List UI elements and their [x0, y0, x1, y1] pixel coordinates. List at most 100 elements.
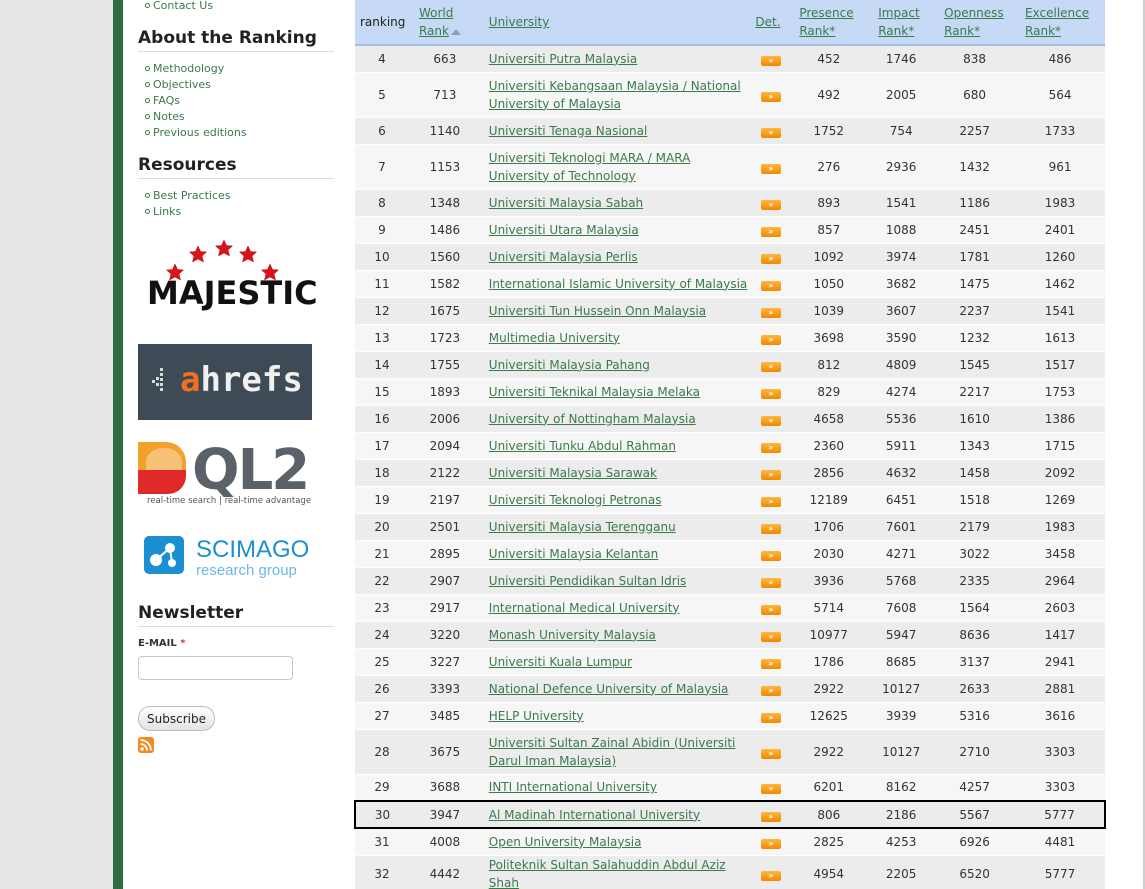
ql2-logo[interactable]: QL2 real-time search | real-time advanta… — [138, 438, 318, 512]
university-link[interactable]: Universiti Malaysia Perlis — [489, 250, 638, 264]
details-arrow-icon[interactable]: » — [760, 307, 781, 318]
col-impact-rank[interactable]: Impact Rank* — [868, 0, 935, 46]
best-practices-link[interactable]: Best Practices — [153, 189, 231, 202]
impact-sort-link[interactable]: Impact Rank* — [878, 6, 920, 38]
sidebar-item-methodology[interactable]: Methodology — [145, 61, 335, 77]
scimago-logo[interactable]: SCIMAGO research group — [144, 536, 314, 579]
university-link[interactable]: Universiti Utara Malaysia — [489, 223, 639, 237]
excellence-sort-link[interactable]: Excellence Rank* — [1025, 6, 1089, 38]
university-link[interactable]: Universiti Malaysia Terengganu — [489, 520, 676, 534]
university-link[interactable]: Universiti Kuala Lumpur — [489, 655, 632, 669]
col-world-rank[interactable]: World Rank — [408, 0, 481, 46]
rss-feed-icon[interactable] — [138, 737, 154, 753]
previous-editions-link[interactable]: Previous editions — [153, 126, 247, 139]
details-arrow-icon[interactable]: » — [760, 748, 781, 759]
details-arrow-icon[interactable]: » — [760, 523, 781, 534]
details-arrow-icon[interactable]: » — [760, 334, 781, 345]
university-link[interactable]: Universiti Tenaga Nasional — [489, 124, 648, 138]
methodology-link[interactable]: Methodology — [153, 62, 224, 75]
details-arrow-icon[interactable]: » — [760, 550, 781, 561]
sidebar-item-objectives[interactable]: Objectives — [145, 77, 335, 93]
details-arrow-icon[interactable]: » — [760, 127, 781, 138]
sidebar-item-faqs[interactable]: FAQs — [145, 93, 335, 109]
col-university[interactable]: University — [480, 0, 753, 46]
details-arrow-icon[interactable]: » — [760, 870, 781, 881]
details-arrow-icon[interactable]: » — [760, 838, 781, 849]
details-arrow-icon[interactable]: » — [760, 91, 781, 102]
cell-impact-rank: 5911 — [868, 432, 935, 460]
university-link[interactable]: Universiti Tun Hussein Onn Malaysia — [489, 304, 706, 318]
col-presence-rank[interactable]: Presence Rank* — [789, 0, 869, 46]
details-arrow-icon[interactable]: » — [760, 712, 781, 723]
university-link[interactable]: Monash University Malaysia — [489, 628, 656, 642]
details-arrow-icon[interactable]: » — [760, 469, 781, 480]
openness-sort-link[interactable]: Openness Rank* — [944, 6, 1004, 38]
links-link[interactable]: Links — [153, 205, 181, 218]
details-arrow-icon[interactable]: » — [760, 442, 781, 453]
sidebar-item-contact[interactable]: Contact Us — [145, 0, 335, 14]
university-link[interactable]: Multimedia University — [489, 331, 620, 345]
university-link[interactable]: International Islamic University of Mala… — [489, 277, 747, 291]
university-sort-link[interactable]: University — [489, 15, 550, 29]
cell-ranking: 17 — [355, 432, 409, 460]
details-arrow-icon[interactable]: » — [760, 604, 781, 615]
university-link[interactable]: Universiti Sultan Zainal Abidin (Univers… — [489, 736, 736, 768]
details-arrow-icon[interactable]: » — [760, 577, 781, 588]
university-link[interactable]: Universiti Malaysia Sabah — [489, 196, 643, 210]
university-link[interactable]: International Medical University — [489, 601, 680, 615]
details-arrow-icon[interactable]: » — [760, 658, 781, 669]
faqs-link[interactable]: FAQs — [153, 94, 180, 107]
university-link[interactable]: Universiti Teknologi Petronas — [489, 493, 662, 507]
presence-sort-link[interactable]: Presence Rank* — [799, 6, 853, 38]
notes-link[interactable]: Notes — [153, 110, 185, 123]
email-field[interactable] — [138, 656, 293, 680]
col-openness-rank[interactable]: Openness Rank* — [934, 0, 1016, 46]
details-arrow-icon[interactable]: » — [760, 163, 781, 174]
details-arrow-icon[interactable]: » — [760, 226, 781, 237]
university-link[interactable]: Politeknik Sultan Salahuddin Abdul Aziz … — [489, 858, 726, 889]
university-link[interactable]: Universiti Putra Malaysia — [489, 52, 637, 66]
details-arrow-icon[interactable]: » — [760, 361, 781, 372]
details-arrow-icon[interactable]: » — [760, 199, 781, 210]
col-excellence-rank[interactable]: Excellence Rank* — [1015, 0, 1105, 46]
objectives-link[interactable]: Objectives — [153, 78, 211, 91]
contact-link[interactable]: Contact Us — [153, 0, 213, 12]
details-arrow-icon[interactable]: » — [760, 496, 781, 507]
university-link[interactable]: HELP University — [489, 709, 584, 723]
university-link[interactable]: Universiti Teknologi MARA / MARA Univers… — [489, 151, 691, 183]
details-arrow-icon[interactable]: » — [760, 631, 781, 642]
university-link[interactable]: Open University Malaysia — [489, 835, 642, 849]
university-link[interactable]: National Defence University of Malaysia — [489, 682, 729, 696]
details-arrow-icon[interactable]: » — [760, 784, 781, 795]
university-link[interactable]: Universiti Malaysia Pahang — [489, 358, 650, 372]
ahrefs-logo[interactable]: ahrefs — [138, 344, 312, 420]
details-arrow-icon[interactable]: » — [760, 415, 781, 426]
details-arrow-icon[interactable]: » — [760, 388, 781, 399]
university-link[interactable]: Universiti Teknikal Malaysia Melaka — [489, 385, 700, 399]
det-sort-link[interactable]: Det. — [755, 15, 780, 29]
ahrefs-rest: hrefs — [200, 360, 303, 400]
university-link[interactable]: University of Nottingham Malaysia — [489, 412, 696, 426]
details-arrow-icon[interactable]: » — [760, 55, 781, 66]
sidebar-item-notes[interactable]: Notes — [145, 109, 335, 125]
university-link[interactable]: Al Madinah International University — [489, 808, 700, 822]
details-arrow-icon[interactable]: » — [760, 811, 781, 822]
university-link[interactable]: Universiti Pendidikan Sultan Idris — [489, 574, 687, 588]
world-rank-sort-link[interactable]: World Rank — [419, 6, 453, 38]
details-arrow-icon[interactable]: » — [760, 280, 781, 291]
details-arrow-icon[interactable]: » — [760, 685, 781, 696]
sidebar-item-links[interactable]: Links — [145, 204, 335, 220]
university-link[interactable]: Universiti Kebangsaan Malaysia / Nationa… — [489, 79, 741, 111]
details-arrow-icon[interactable]: » — [760, 253, 781, 264]
sidebar-item-previous-editions[interactable]: Previous editions — [145, 125, 335, 141]
excellence-label-1: Excellence — [1025, 6, 1090, 20]
university-link[interactable]: Universiti Malaysia Kelantan — [489, 547, 658, 561]
col-det[interactable]: Det. — [752, 0, 790, 46]
university-link[interactable]: Universiti Malaysia Sarawak — [489, 466, 657, 480]
university-link[interactable]: INTI International University — [489, 780, 657, 794]
majestic-logo[interactable]: MAJESTIC — [138, 240, 318, 320]
sidebar-item-best-practices[interactable]: Best Practices — [145, 188, 335, 204]
subscribe-button[interactable]: Subscribe — [138, 706, 215, 731]
university-link[interactable]: Universiti Tunku Abdul Rahman — [489, 439, 676, 453]
cell-det: » — [752, 729, 790, 775]
